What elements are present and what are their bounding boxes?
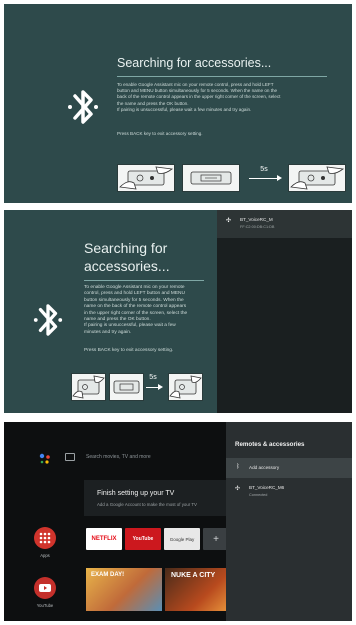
gamepad-icon: ✣ (235, 486, 241, 492)
remote-hold-illustration (117, 164, 175, 192)
pairing-instructions: To enable Google Assistant mic on your r… (84, 285, 214, 336)
title-underline (117, 76, 327, 77)
remote-hold-illustration (71, 373, 106, 401)
timer-label: 5s (260, 166, 268, 173)
thumbnail-title: EXAM DAY! (91, 572, 125, 578)
apps-grid-icon (39, 532, 51, 544)
found-device-item[interactable]: ✣ BT_VoiceRC_M FF:C2:00:DB:C1:DB (217, 210, 352, 238)
play-icon (39, 584, 51, 592)
title-underline (84, 280, 204, 281)
netflix-tile[interactable]: NETFLIX (86, 528, 122, 550)
pairing-screen-wide: Searching for accessories... To enable G… (4, 4, 352, 203)
add-accessory-label: Add accessory (249, 465, 280, 470)
setup-card-subtitle: Add a Google Account to make the most of… (97, 502, 197, 507)
google-assistant-icon[interactable] (38, 452, 52, 466)
setup-card[interactable]: Finish setting up your TV Add a Google A… (84, 480, 229, 516)
drawer-title: Remotes & accessories (235, 441, 305, 448)
setup-card-title: Finish setting up your TV (97, 490, 175, 497)
input-source-icon[interactable] (65, 453, 75, 461)
paired-device-status: Connected (249, 493, 268, 497)
instruction-line: If pairing is unsuccessful, please wait … (117, 106, 252, 112)
bluetooth-icon (68, 90, 98, 124)
timer-label: 5s (149, 374, 157, 381)
bluetooth-icon (33, 304, 63, 336)
video-thumbnail[interactable]: EXAM DAY! (86, 568, 162, 611)
press-back-hint: Press BACK key to exit accessory setting… (117, 131, 203, 136)
arrow-line (249, 178, 279, 179)
add-accessory-item[interactable]: ᛒ Add accessory (226, 458, 352, 478)
pairing-instructions: To enable Google Assistant mic on your r… (117, 82, 337, 113)
arrow-right-icon (277, 175, 282, 181)
paired-device-item[interactable]: ✣ BT_VoiceRC_M6 Connected (226, 480, 352, 502)
gamepad-icon: ✣ (226, 218, 232, 224)
remote-pair-illustration (168, 373, 203, 401)
remotes-accessories-drawer: Remotes & accessories ᛒ Add accessory ✣ … (226, 422, 352, 621)
arrow-right-icon (158, 384, 163, 390)
youtube-button[interactable] (34, 577, 56, 599)
google-play-tile[interactable]: Google Play (164, 528, 200, 550)
remote-back-illustration (109, 373, 144, 401)
search-bar[interactable]: Search movies, TV and more (86, 454, 151, 460)
device-address: FF:C2:00:DB:C1:DB (240, 225, 275, 229)
apps-label: Apps (40, 553, 50, 558)
thumbnail-title: NUKE A CITY (171, 572, 216, 579)
bluetooth-icon: ᛒ (236, 464, 240, 470)
android-tv-home: Search movies, TV and more Finish settin… (4, 422, 352, 621)
instruction-line: minutes and try again. (84, 329, 132, 335)
found-devices-list: ✣ BT_VoiceRC_M FF:C2:00:DB:C1:DB (217, 210, 352, 413)
paired-device-name: BT_VoiceRC_M6 (249, 485, 285, 490)
remote-back-illustration (182, 164, 240, 192)
searching-title: Searching for accessories... (117, 56, 272, 70)
searching-title-line1: Searching for (84, 240, 168, 256)
youtube-tile[interactable]: YouTube (125, 528, 161, 550)
apps-button[interactable] (34, 527, 56, 549)
video-thumbnail[interactable]: NUKE A CITY (165, 568, 235, 611)
youtube-label: YouTube (36, 603, 54, 608)
device-name: BT_VoiceRC_M (240, 217, 273, 222)
remote-pair-illustration (288, 164, 346, 192)
pairing-screen-split: Searching for accessories... To enable G… (4, 210, 352, 413)
press-back-hint: Press BACK key to exit accessory setting… (84, 348, 174, 353)
searching-title-line2: accessories... (84, 258, 170, 274)
